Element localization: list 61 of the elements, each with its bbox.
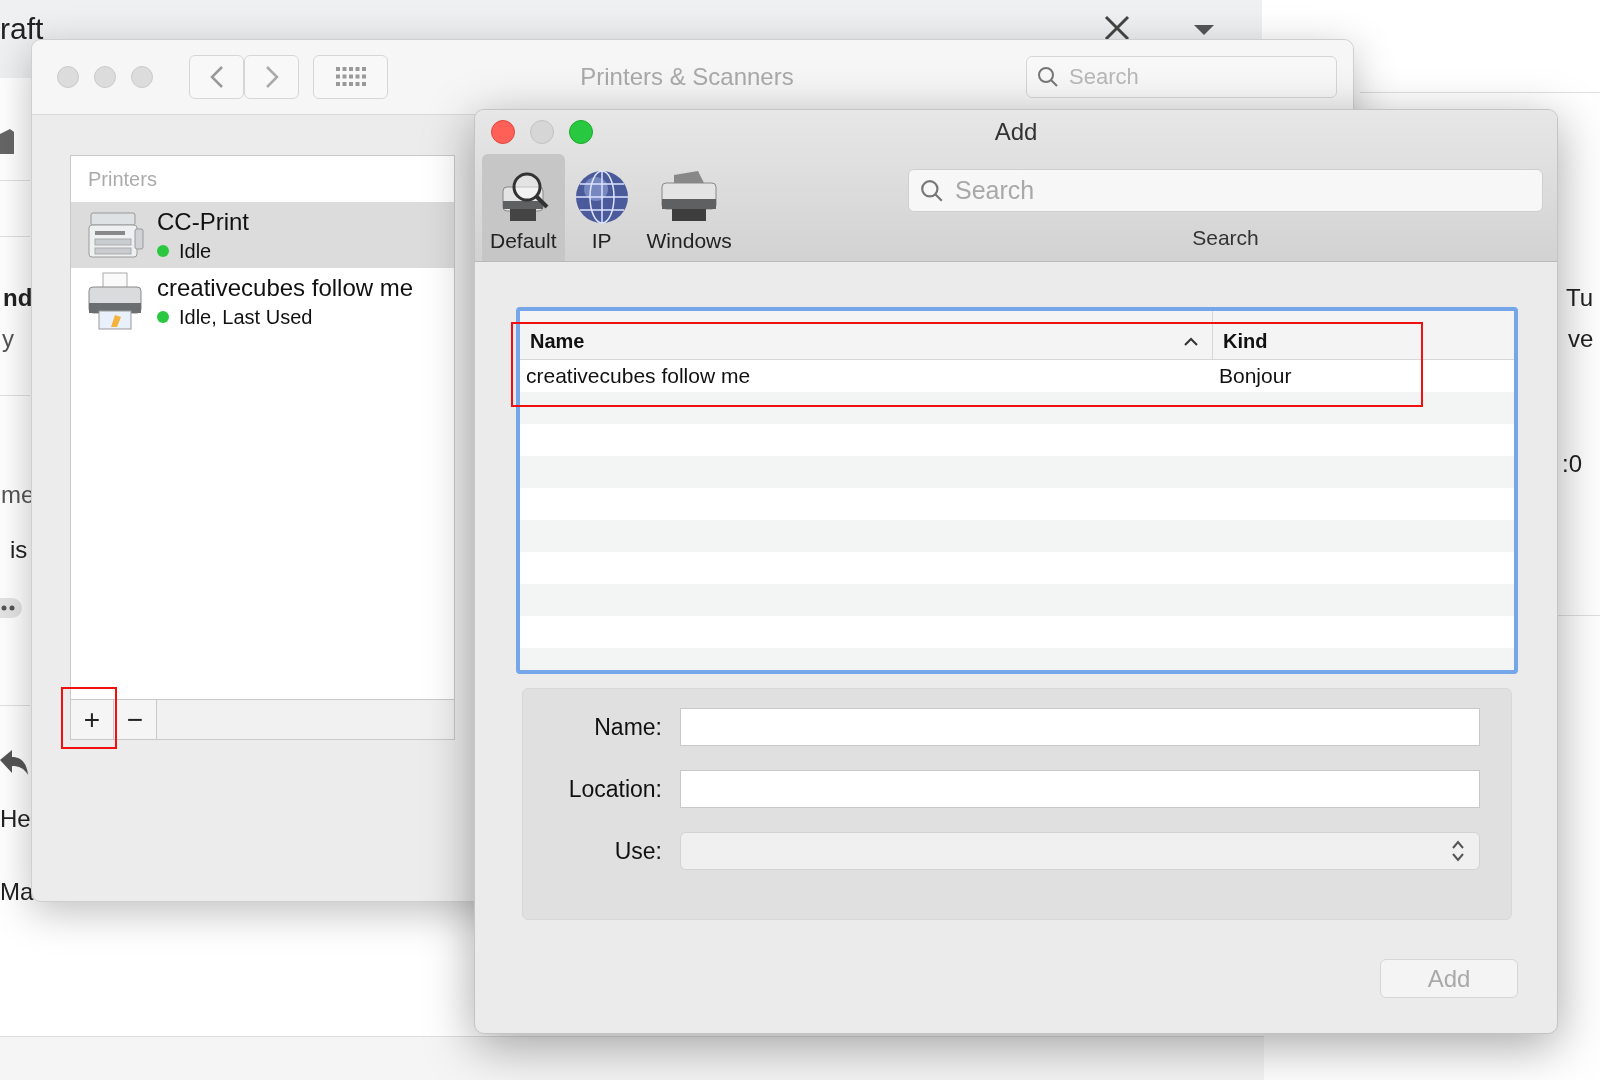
window-control-button[interactable] (530, 120, 554, 144)
window-control-button[interactable] (569, 120, 593, 144)
email-text: y (2, 325, 14, 353)
column-title: Kind (1223, 329, 1268, 353)
printer-row[interactable]: CC-Print Idle (71, 202, 454, 268)
list-header: Printers (87, 166, 158, 192)
text-field[interactable] (680, 708, 1480, 746)
select-field[interactable] (680, 832, 1480, 870)
email-text: raft (0, 12, 44, 46)
text-field[interactable] (680, 770, 1480, 808)
email-text: :0 (1562, 450, 1582, 478)
printer-status: Idle (179, 239, 212, 263)
column-title: Name (530, 329, 585, 353)
email-text: Tu (1566, 284, 1594, 312)
caret-icon (1194, 25, 1214, 35)
column-header[interactable]: Kind (1213, 311, 1268, 359)
globe-icon (573, 169, 630, 225)
toolbar-tab[interactable]: IP (564, 154, 639, 261)
email-text: nd (3, 284, 33, 312)
stepper-chevrons-icon (1451, 839, 1465, 863)
table-cell-text: creativecubes follow me (525, 364, 752, 388)
chevron-left-icon (209, 65, 224, 89)
window-control-button[interactable] (131, 66, 153, 88)
email-text: He (0, 805, 31, 833)
search-field[interactable]: Search (1026, 56, 1337, 98)
status-dot (157, 245, 169, 257)
printer-name: creativecubes follow me (157, 273, 414, 302)
close-icon (1104, 15, 1130, 41)
chevron-right-icon (264, 65, 279, 89)
remove-printer-button[interactable]: − (114, 700, 157, 739)
field-label: Location: (567, 775, 662, 803)
grid-icon (335, 67, 366, 87)
sort-caret-icon (1184, 336, 1198, 346)
column-header[interactable]: Name (520, 311, 1213, 359)
search-label: Search (1192, 226, 1259, 250)
email-text: is (10, 536, 28, 564)
dialog-title: Add (993, 118, 1039, 146)
toolbar-tab[interactable]: Default (482, 154, 565, 261)
printer-icon (85, 271, 145, 331)
add-printer-button[interactable]: + (71, 700, 114, 739)
printer-row[interactable]: creativecubes follow me Idle, Last Used (71, 268, 454, 334)
search-field[interactable]: Search (908, 169, 1543, 212)
field-label: Name: (593, 713, 662, 741)
window-control-button[interactable] (491, 120, 515, 144)
email-text: Ma (0, 878, 34, 906)
back-button[interactable] (189, 55, 244, 99)
status-dot (157, 311, 169, 323)
search-icon (920, 179, 944, 203)
forward-button[interactable] (244, 55, 299, 99)
window-title: Printers & Scanners (579, 63, 795, 91)
table-cell-text: Bonjour (1218, 364, 1292, 388)
printer-status: Idle, Last Used (179, 305, 313, 329)
toolbar-tab[interactable]: Windows (638, 154, 740, 261)
window-control-button[interactable] (94, 66, 116, 88)
grid-button[interactable] (313, 55, 388, 99)
printer-name: CC-Print (157, 207, 249, 236)
search-icon (1037, 66, 1059, 88)
window-control-button[interactable] (57, 66, 79, 88)
more-icon (0, 598, 22, 618)
email-text: ve (1568, 325, 1594, 353)
field-label: Use: (613, 837, 662, 865)
